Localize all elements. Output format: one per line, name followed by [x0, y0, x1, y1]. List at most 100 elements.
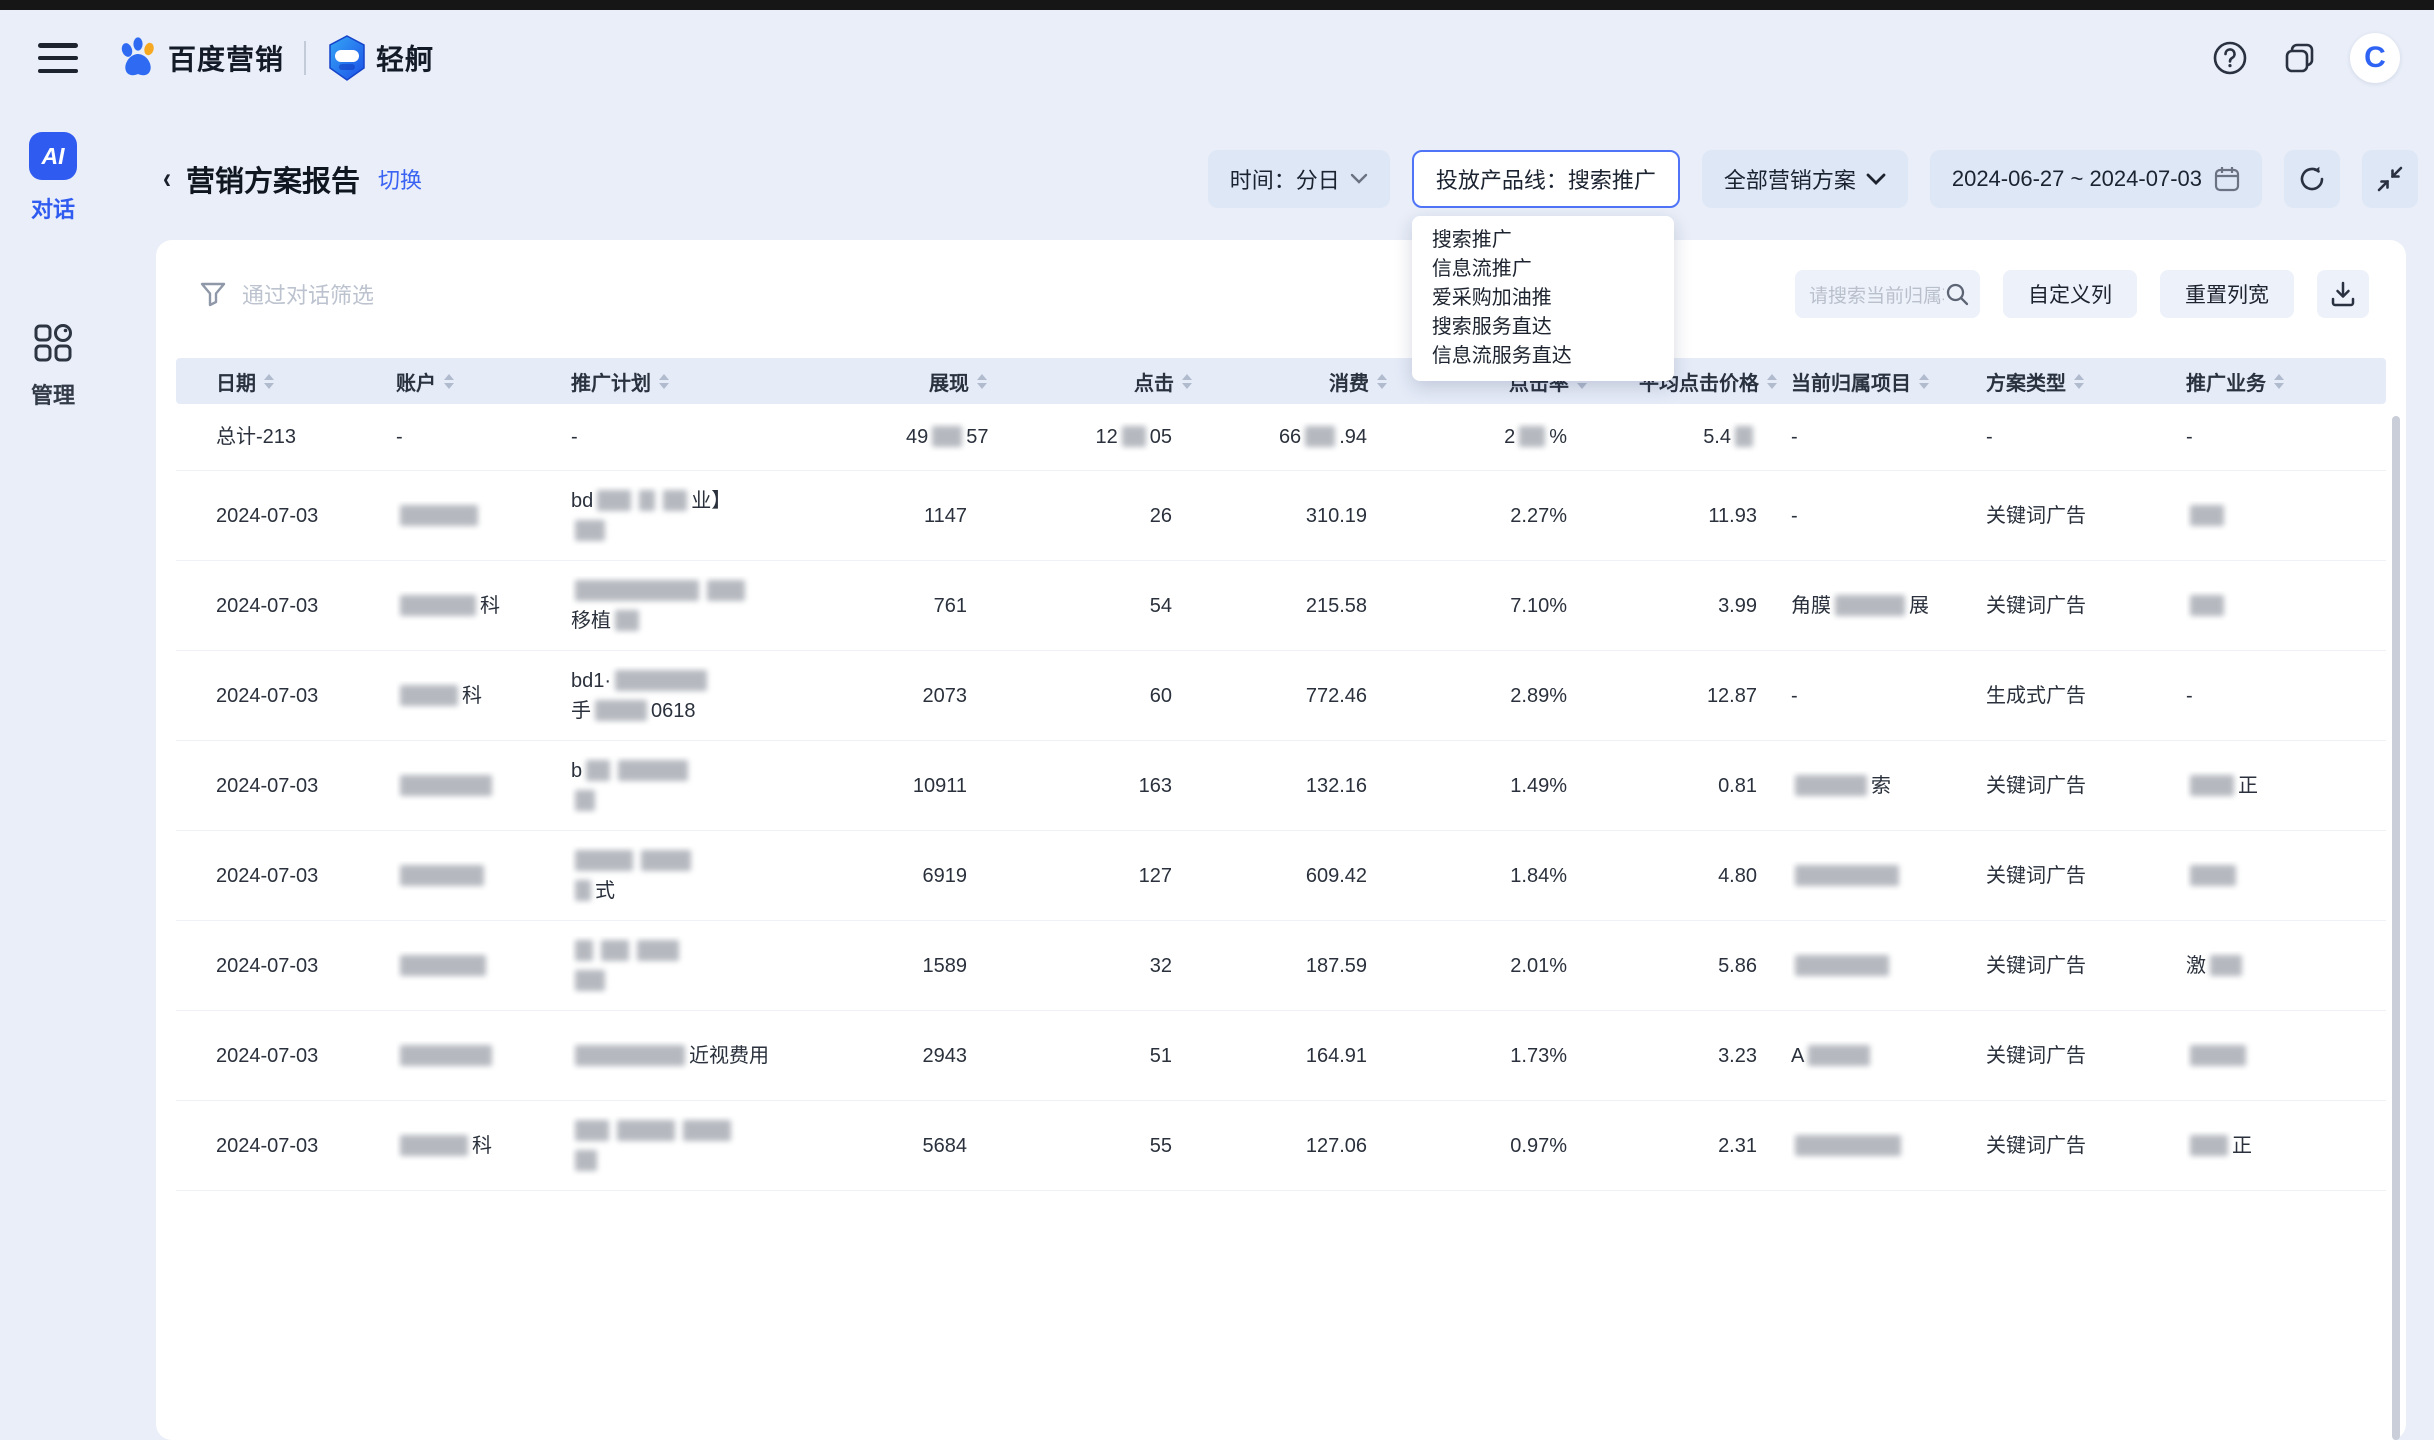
- column-header-plan_type[interactable]: 方案类型: [1986, 367, 2186, 396]
- cell-ctr: 1.73%: [1401, 1041, 1601, 1071]
- table-row: 2024-07-03科bd1·手0618207360772.462.89%12.…: [176, 651, 2386, 741]
- cell-cost: 187.59: [1206, 951, 1401, 981]
- cell-plan_type: 关键词广告: [1986, 501, 2186, 531]
- help-icon[interactable]: [2210, 38, 2250, 78]
- cell-ctr: 2.89%: [1401, 681, 1601, 711]
- cell-project: A: [1791, 1041, 1986, 1071]
- cell-text: -: [2186, 426, 2193, 448]
- column-header-clicks[interactable]: 点击: [1001, 367, 1206, 396]
- cell-cost: 164.91: [1206, 1041, 1401, 1071]
- sort-arrows-icon[interactable]: [1767, 374, 1777, 389]
- date-range-picker[interactable]: 2024-06-27 ~ 2024-07-03: [1930, 150, 2262, 208]
- cell-text: 05: [1150, 426, 1172, 448]
- sidebar-item-chat[interactable]: AI 对话: [29, 132, 77, 224]
- cell-impressions: 1589: [906, 951, 1001, 981]
- search-placeholder: 请搜索当前归属项: [1809, 281, 1944, 308]
- cell-text: 手: [571, 700, 591, 722]
- column-header-project[interactable]: 当前归属项目: [1791, 367, 1986, 396]
- cell-plan_type: -: [1986, 422, 2186, 452]
- chat-filter-input[interactable]: 通过对话筛选: [200, 278, 374, 310]
- redacted-blur: [1305, 426, 1335, 447]
- sort-arrows-icon[interactable]: [264, 374, 274, 389]
- redacted-blur: [575, 940, 593, 961]
- cell-date: 2024-07-03: [176, 951, 396, 981]
- cell-plan_type: 生成式广告: [1986, 681, 2186, 711]
- cell-plan_type: 关键词广告: [1986, 591, 2186, 621]
- cell-ctr: 2.27%: [1401, 501, 1601, 531]
- user-avatar[interactable]: C: [2350, 33, 2400, 83]
- cell-plan: -: [571, 422, 906, 452]
- column-header-account[interactable]: 账户: [396, 367, 571, 396]
- product-line-label: 投放产品线：搜索推广: [1436, 163, 1656, 195]
- redacted-blur: [1795, 1135, 1901, 1156]
- back-icon[interactable]: ‹: [163, 162, 171, 196]
- column-header-plan[interactable]: 推广计划: [571, 367, 906, 396]
- table-row: 2024-07-03科568455127.060.97%2.31关键词广告正: [176, 1101, 2386, 1191]
- sort-arrows-icon[interactable]: [1377, 374, 1387, 389]
- redacted-blur: [1795, 775, 1867, 796]
- dropdown-option[interactable]: 搜索服务直达: [1412, 313, 1674, 342]
- time-granularity-dropdown[interactable]: 时间：分日: [1208, 150, 1390, 208]
- windows-copy-icon[interactable]: [2280, 38, 2320, 78]
- sort-arrows-icon[interactable]: [2274, 374, 2284, 389]
- sort-arrows-icon[interactable]: [1182, 374, 1192, 389]
- redacted-blur: [400, 1045, 492, 1066]
- redacted-blur: [618, 760, 688, 781]
- redacted-blur: [2190, 775, 2234, 796]
- switch-report-link[interactable]: 切换: [378, 163, 422, 195]
- avatar-letter: C: [2364, 41, 2386, 75]
- sort-arrows-icon[interactable]: [977, 374, 987, 389]
- table-total-row: 总计-213--4957120566.942%5.4---: [176, 404, 2386, 471]
- cell-text: 展: [1909, 595, 1929, 617]
- redacted-blur: [400, 685, 458, 706]
- dropdown-option[interactable]: 爱采购加油推: [1412, 284, 1674, 313]
- cell-text: -: [1986, 426, 1993, 448]
- brand-secondary-text: 轻舸: [376, 38, 434, 78]
- column-header-date[interactable]: 日期: [176, 367, 396, 396]
- column-header-business[interactable]: 推广业务: [2186, 367, 2386, 396]
- hamburger-menu-icon[interactable]: [38, 43, 78, 73]
- marketing-plan-dropdown[interactable]: 全部营销方案: [1702, 150, 1908, 208]
- cell-cost: 66.94: [1206, 422, 1401, 452]
- cell-impressions: 761: [906, 591, 1001, 621]
- download-button[interactable]: [2317, 270, 2369, 318]
- search-icon: [1944, 281, 1970, 307]
- collapse-button[interactable]: [2362, 150, 2418, 208]
- column-header-impressions[interactable]: 展现: [906, 367, 1001, 396]
- redacted-blur: [575, 880, 591, 901]
- sidebar-item-manage[interactable]: 管理: [30, 320, 76, 410]
- cell-clicks: 26: [1001, 501, 1206, 531]
- product-line-dropdown[interactable]: 投放产品线：搜索推广 搜索推广信息流推广爱采购加油推搜索服务直达信息流服务直达: [1412, 150, 1680, 208]
- refresh-button[interactable]: [2284, 150, 2340, 208]
- sidebar-item-label: 对话: [31, 192, 75, 224]
- cell-account: 科: [396, 681, 571, 711]
- cell-ctr: 1.84%: [1401, 861, 1601, 891]
- sort-arrows-icon[interactable]: [2074, 374, 2084, 389]
- cell-text: 54: [1150, 595, 1172, 617]
- cell-ctr: 1.49%: [1401, 771, 1601, 801]
- cell-cost: 127.06: [1206, 1131, 1401, 1161]
- cell-text: 1589: [923, 955, 968, 977]
- cell-account: [396, 861, 571, 891]
- sort-arrows-icon[interactable]: [659, 374, 669, 389]
- calendar-icon: [2214, 165, 2240, 193]
- project-search-input[interactable]: 请搜索当前归属项: [1795, 270, 1980, 318]
- dropdown-option[interactable]: 搜索推广: [1412, 226, 1674, 255]
- toolbar-actions: 请搜索当前归属项 自定义列 重置列宽: [1795, 270, 2369, 318]
- cell-ctr: 7.10%: [1401, 591, 1601, 621]
- table-body: 总计-213--4957120566.942%5.4---2024-07-03b…: [176, 404, 2386, 1191]
- cell-impressions: 1147: [906, 501, 1001, 531]
- redacted-blur: [683, 1120, 731, 1141]
- sort-arrows-icon[interactable]: [1919, 374, 1929, 389]
- cell-text: 3.23: [1718, 1045, 1757, 1067]
- dropdown-option[interactable]: 信息流推广: [1412, 255, 1674, 284]
- reset-column-width-button[interactable]: 重置列宽: [2160, 270, 2294, 318]
- vertical-scrollbar[interactable]: [2392, 416, 2400, 1440]
- column-header-cost[interactable]: 消费: [1206, 367, 1401, 396]
- cell-plan: [571, 1116, 906, 1176]
- sort-arrows-icon[interactable]: [444, 374, 454, 389]
- cell-text: 关键词广告: [1986, 775, 2086, 797]
- cell-text: 移植: [571, 610, 611, 632]
- customize-columns-button[interactable]: 自定义列: [2003, 270, 2137, 318]
- dropdown-option[interactable]: 信息流服务直达: [1412, 342, 1674, 371]
